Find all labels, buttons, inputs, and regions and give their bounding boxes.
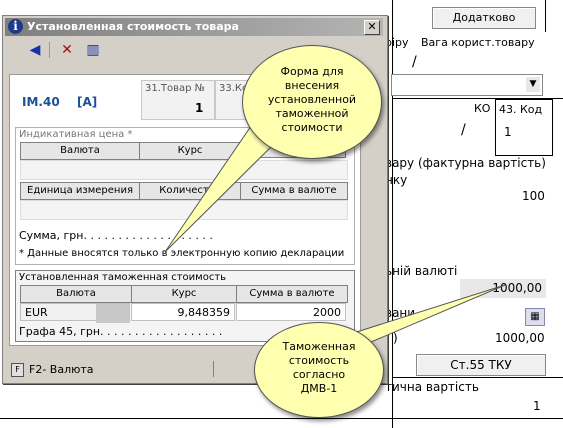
bottom-callout: Таможенная стоимость согласно ДМВ-1 [254, 322, 384, 418]
top-callout: Форма для внесения установленной таможен… [242, 45, 382, 159]
top-callout-text: Форма для внесения установленной таможен… [267, 65, 357, 134]
bottom-callout-text: Таможенная стоимость согласно ДМВ-1 [282, 340, 356, 395]
